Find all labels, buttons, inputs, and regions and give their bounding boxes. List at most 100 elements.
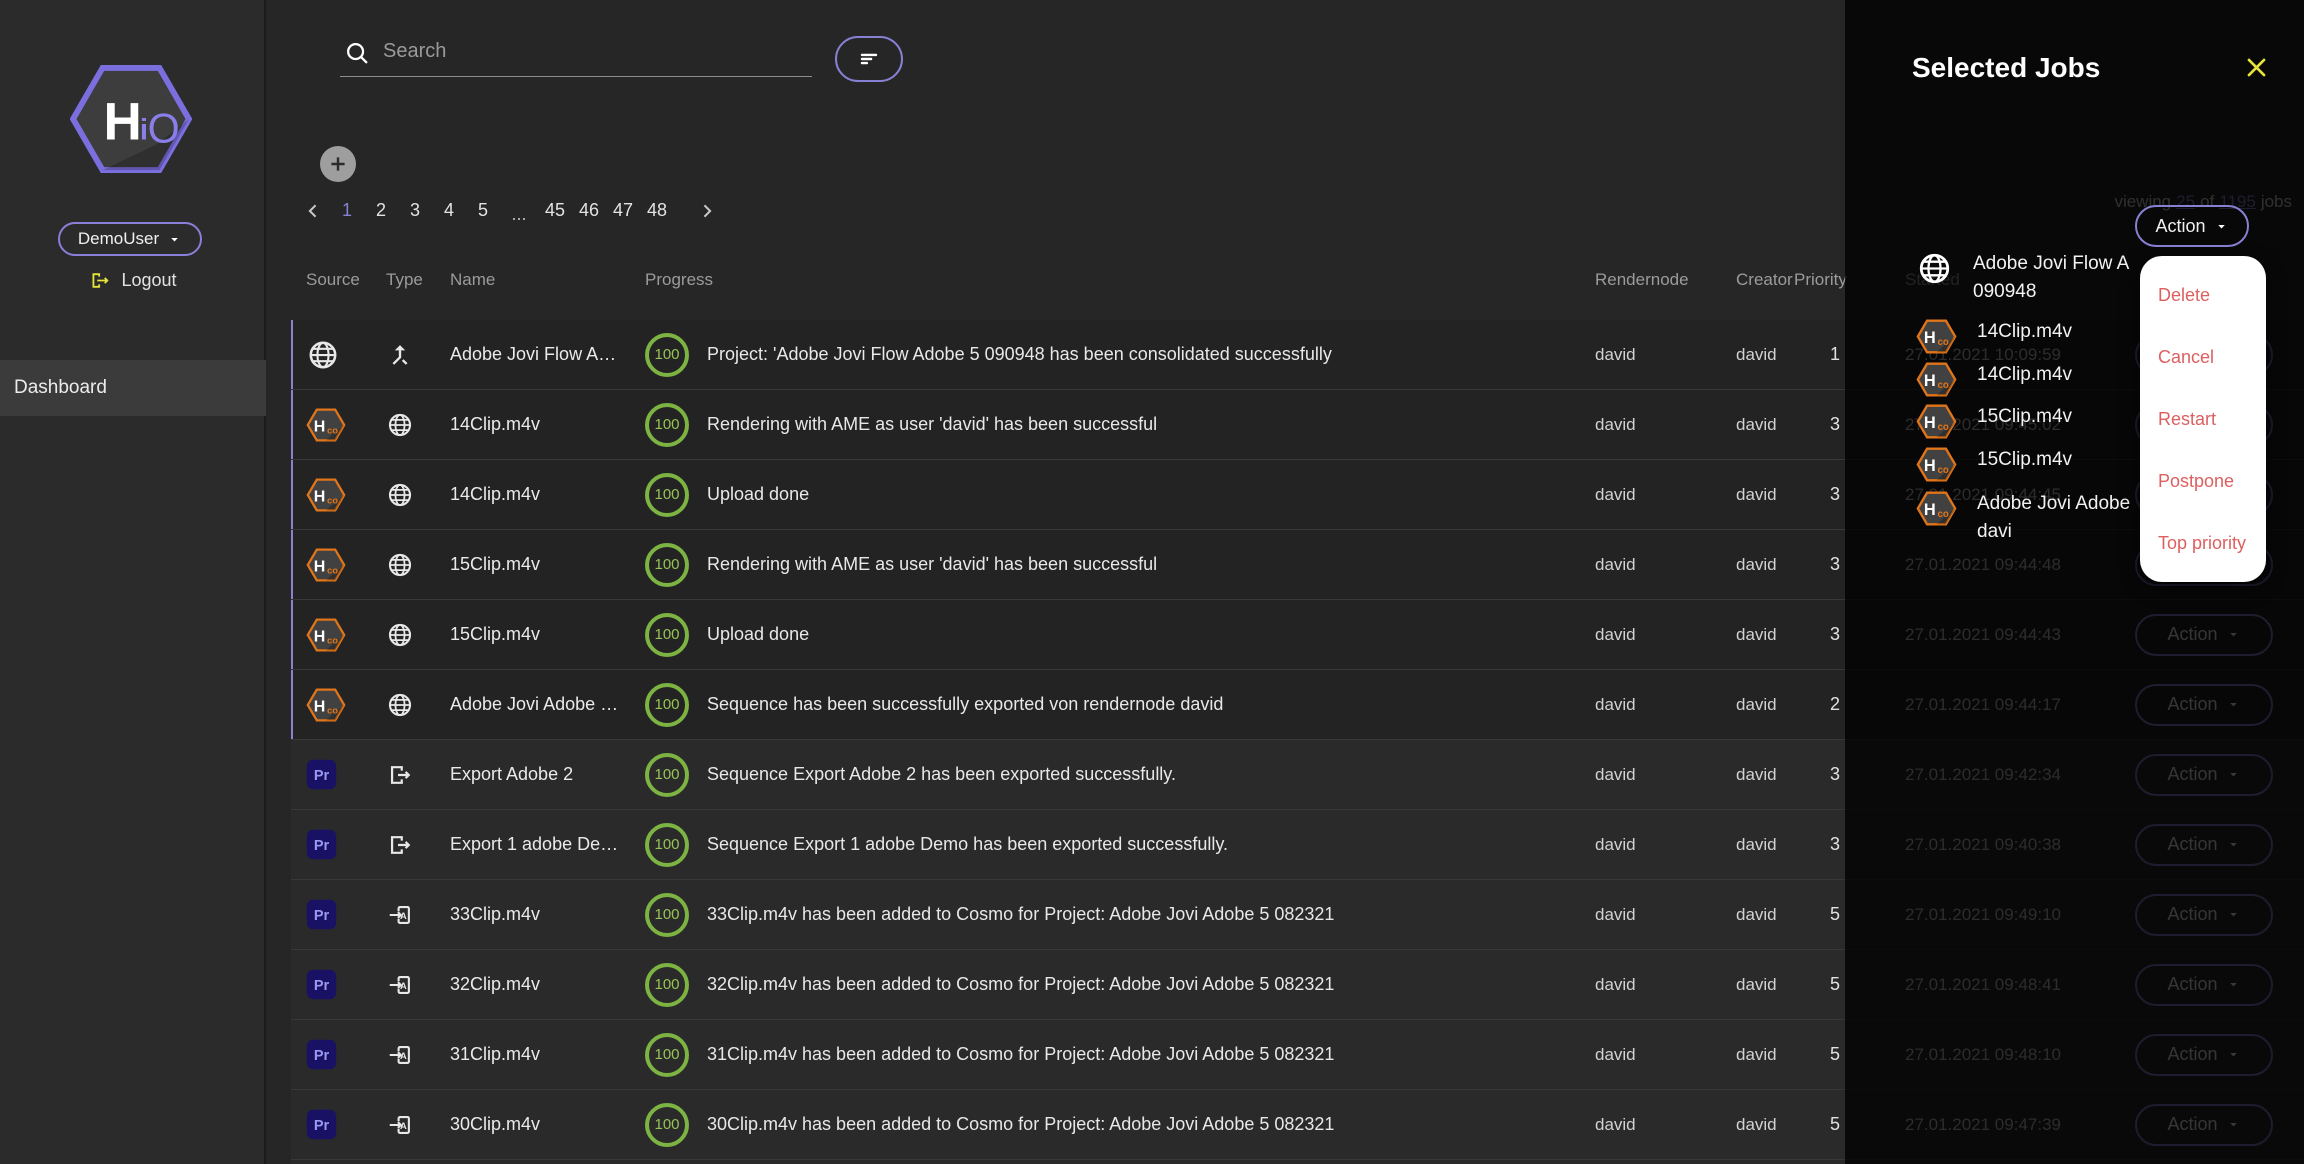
- page-48[interactable]: 48: [640, 200, 674, 221]
- action-menu: Delete Cancel Restart Postpone Top prior…: [2140, 256, 2266, 582]
- globe-type-icon: [386, 621, 414, 649]
- hco-source-icon: [306, 407, 346, 443]
- creator-value: david: [1736, 485, 1794, 505]
- hco-source-icon: [1916, 318, 1957, 355]
- job-message: 30Clip.m4v has been added to Cosmo for P…: [707, 1114, 1595, 1135]
- priority-value: 3: [1794, 624, 1840, 645]
- priority-value: 5: [1794, 904, 1840, 925]
- hio-logo: H i O: [70, 64, 192, 174]
- search-icon: [344, 40, 371, 67]
- page-2[interactable]: 2: [364, 200, 398, 221]
- progress-ring: 100: [645, 1033, 689, 1077]
- search-input[interactable]: [381, 39, 812, 64]
- progress-ring: 100: [645, 893, 689, 937]
- progress-ring: 100: [645, 403, 689, 447]
- rendernode-value: david: [1595, 1115, 1736, 1135]
- creator-value: david: [1736, 695, 1794, 715]
- col-type: Type: [386, 270, 450, 290]
- premiere-source-icon: [306, 899, 337, 930]
- selected-job-item: 15Clip.m4v: [1916, 403, 2149, 440]
- globe-type-icon: [386, 691, 414, 719]
- col-priority: Priority: [1794, 270, 1840, 290]
- job-message: Sequence Export Adobe 2 has been exporte…: [707, 764, 1595, 785]
- premiere-source-icon: [306, 1109, 337, 1140]
- col-progress: Progress: [645, 270, 707, 290]
- page-5[interactable]: 5: [466, 200, 500, 221]
- page-47[interactable]: 47: [606, 200, 640, 221]
- job-name: Export 1 adobe De…: [450, 834, 645, 855]
- chevron-down-icon: [167, 232, 182, 247]
- panel-action-button[interactable]: Action: [2135, 205, 2249, 247]
- page-3[interactable]: 3: [398, 200, 432, 221]
- hco-source-icon: [306, 477, 346, 513]
- menu-item-delete[interactable]: Delete: [2140, 285, 2266, 306]
- next-page-icon[interactable]: [696, 200, 718, 222]
- user-name: DemoUser: [78, 229, 159, 249]
- job-name: 15Clip.m4v: [450, 554, 645, 575]
- import-type-icon: [386, 901, 414, 929]
- rendernode-value: david: [1595, 555, 1736, 575]
- page-4[interactable]: 4: [432, 200, 466, 221]
- close-icon[interactable]: [2243, 54, 2270, 81]
- rendernode-value: david: [1595, 975, 1736, 995]
- job-message: 33Clip.m4v has been added to Cosmo for P…: [707, 904, 1595, 925]
- menu-item-postpone[interactable]: Postpone: [2140, 471, 2266, 492]
- sidebar: H i O DemoUser Logout Dashboard: [0, 0, 266, 1164]
- priority-value: 5: [1794, 974, 1840, 995]
- menu-item-cancel[interactable]: Cancel: [2140, 347, 2266, 368]
- selected-job-item: Adobe Jovi Flow A 090948: [1916, 250, 2145, 306]
- menu-item-restart[interactable]: Restart: [2140, 409, 2266, 430]
- selected-job-item: Adobe Jovi Adobe davi: [1916, 490, 2149, 546]
- add-job-button[interactable]: [320, 146, 356, 182]
- job-message: Upload done: [707, 624, 1595, 645]
- page-46[interactable]: 46: [572, 200, 606, 221]
- filter-button[interactable]: [835, 36, 903, 82]
- job-name: Adobe Jovi Flow A…: [450, 344, 645, 365]
- job-name: 33Clip.m4v: [450, 904, 645, 925]
- prev-page-icon[interactable]: [302, 200, 324, 222]
- progress-ring: 100: [645, 473, 689, 517]
- logout-icon: [89, 269, 112, 292]
- hco-source-icon: [306, 617, 346, 653]
- job-message: Rendering with AME as user 'david' has b…: [707, 554, 1595, 575]
- globe-type-icon: [386, 481, 414, 509]
- page-1[interactable]: 1: [330, 200, 364, 221]
- creator-value: david: [1736, 345, 1794, 365]
- rendernode-value: david: [1595, 485, 1736, 505]
- selected-job-name: 15Clip.m4v: [1977, 403, 2149, 431]
- creator-value: david: [1736, 625, 1794, 645]
- page-ellipsis: ...: [506, 204, 532, 225]
- plus-icon: [326, 152, 350, 176]
- user-menu-button[interactable]: DemoUser: [58, 222, 202, 256]
- hco-source-icon: [1916, 361, 1957, 398]
- premiere-source-icon: [306, 1039, 337, 1070]
- creator-value: david: [1736, 905, 1794, 925]
- hco-source-icon: [306, 687, 346, 723]
- creator-value: david: [1736, 1045, 1794, 1065]
- menu-item-top-priority[interactable]: Top priority: [2140, 533, 2266, 554]
- progress-ring: 100: [645, 1103, 689, 1147]
- rendernode-value: david: [1595, 415, 1736, 435]
- progress-ring: 100: [645, 823, 689, 867]
- logo-letter-h: H: [104, 93, 142, 152]
- app-screen: H i O DemoUser Logout Dashboard 1 2 3 4 …: [0, 0, 2304, 1164]
- job-name: 15Clip.m4v: [450, 624, 645, 645]
- page-45[interactable]: 45: [538, 200, 572, 221]
- globe-source-icon: [1916, 250, 1953, 287]
- import-type-icon: [386, 971, 414, 999]
- job-message: Sequence Export 1 adobe Demo has been ex…: [707, 834, 1595, 855]
- priority-value: 3: [1794, 834, 1840, 855]
- hco-source-icon: [1916, 446, 1957, 483]
- logout-button[interactable]: Logout: [0, 265, 266, 295]
- progress-ring: 100: [645, 543, 689, 587]
- export-type-icon: [386, 831, 414, 859]
- sidebar-item-dashboard[interactable]: Dashboard: [0, 360, 266, 416]
- logout-label: Logout: [121, 270, 176, 291]
- consolidate-type-icon: [386, 341, 414, 369]
- creator-value: david: [1736, 975, 1794, 995]
- premiere-source-icon: [306, 969, 337, 1000]
- selected-job-name: Adobe Jovi Adobe davi: [1977, 490, 2149, 546]
- export-type-icon: [386, 761, 414, 789]
- filter-icon: [856, 46, 882, 72]
- job-message: Upload done: [707, 484, 1595, 505]
